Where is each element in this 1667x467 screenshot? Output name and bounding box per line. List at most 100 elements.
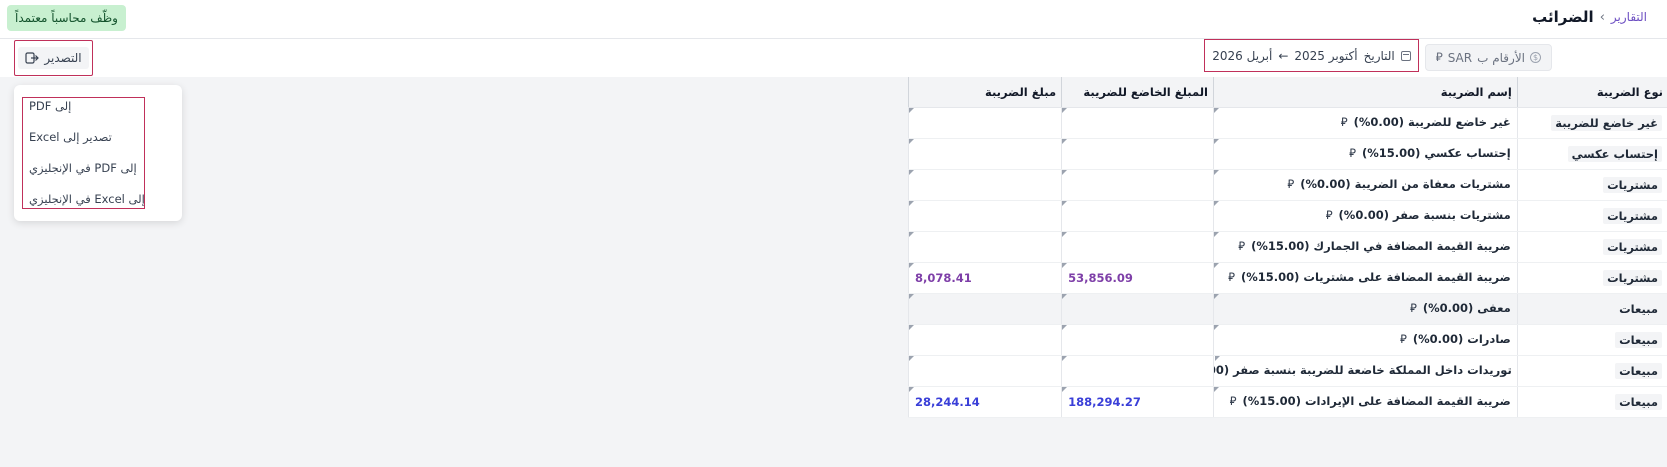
tax-name-label: مشتريات بنسبة صفر (0.00%) [1338,208,1511,222]
cell-tax-name[interactable]: توريدات داخل المملكة خاضعة للضريبة بنسبة… [1212,355,1518,387]
tax-type-label: مشتريات [1603,207,1662,224]
table-row[interactable]: مشتريات ضريبة القيمة المضافة على مشتريات … [907,262,1667,294]
table-row[interactable]: مبيعات معفى (0.00%) ⃁ [907,293,1667,325]
table-row[interactable]: مشتريات ضريبة القيمة المضافة في الجمارك (… [907,231,1667,263]
tax-name-label: توريدات داخل المملكة خاضعة للضريبة بنسبة… [1214,363,1512,377]
cell-tax-name[interactable]: صادرات (0.00%) ⃁ [1212,324,1518,356]
table-body: غير خاضع للضريبة غير خاضع للضريبة (0.00%)… [907,107,1667,418]
column-header-tax-amount[interactable]: مبلغ الضريبة [907,77,1062,108]
tax-type-label: مبيعات [1615,362,1662,379]
cell-taxable-amount[interactable] [1061,169,1214,201]
tax-name-label: ضريبة القيمة المضافة على مشتريات (15.00%… [1240,270,1511,284]
cell-tax-type: مبيعات [1516,355,1667,387]
currency-label: الأرقام ب [1477,50,1525,65]
export-icon [25,52,40,64]
tax-type-label: إحتساب عكسي [1567,145,1662,162]
currency-code: SAR [1447,50,1473,65]
cell-taxable-amount[interactable] [1061,324,1214,356]
table-row[interactable]: مبيعات ضريبة القيمة المضافة على الإيرادات… [907,386,1667,418]
cell-tax-name[interactable]: مشتريات بنسبة صفر (0.00%) ⃁ [1212,200,1518,232]
export-excel-item[interactable]: تصدير إلى Excel [29,127,169,147]
sar-currency-icon: ⃁ [1435,50,1443,64]
date-arrow: ← [1278,48,1289,63]
cell-taxable-amount[interactable]: 188,294.27 [1061,386,1214,418]
cell-taxable-amount[interactable] [1061,293,1214,325]
cell-tax-amount[interactable] [907,107,1062,139]
currency-selector[interactable]: $ الأرقام ب SAR ⃁ [1424,44,1552,71]
cell-taxable-amount[interactable] [1061,355,1214,387]
sar-currency-icon: ⃁ [1400,332,1407,346]
sar-currency-icon: ⃁ [1229,394,1237,408]
export-pdf-english-item[interactable]: إلى PDF في الإنجليزي [29,158,169,178]
export-button[interactable]: التصدير [14,40,93,76]
cell-taxable-amount[interactable] [1061,107,1214,139]
cell-taxable-amount[interactable] [1061,231,1214,263]
export-button-inner: التصدير [18,47,89,69]
cell-tax-amount[interactable] [907,138,1062,170]
column-header-tax-type[interactable]: نوع الضريبة [1516,77,1667,108]
tax-name-label: مشتريات معفاة من الضريبة (0.00%) [1300,177,1511,191]
cell-taxable-amount[interactable] [1061,138,1214,170]
cell-tax-name[interactable]: إحتساب عكسي (15.00%) ⃁ [1212,138,1518,170]
table-row[interactable]: مشتريات مشتريات بنسبة صفر (0.00%) ⃁ [907,200,1667,232]
cell-tax-amount[interactable] [907,169,1062,201]
cell-tax-amount[interactable] [907,200,1062,232]
calendar-icon [1400,50,1411,61]
cell-tax-amount[interactable] [907,293,1062,325]
cell-taxable-amount[interactable] [1061,200,1214,232]
export-pdf-item[interactable]: إلى PDF [29,96,169,116]
cell-tax-name[interactable]: ضريبة القيمة المضافة على الإيرادات (15.0… [1212,386,1518,418]
cell-tax-name[interactable]: غير خاضع للضريبة (0.00%) ⃁ [1212,107,1518,139]
cell-tax-name[interactable]: ضريبة القيمة المضافة في الجمارك (15.00%)… [1212,231,1518,263]
cell-tax-type: مشتريات [1516,169,1667,201]
table-header-row: نوع الضريبة إسم الضريبة المبلغ الخاضع لل… [907,77,1667,108]
table-row[interactable]: مبيعات توريدات داخل المملكة خاضعة للضريبة… [907,355,1667,387]
date-range-picker[interactable]: التاريخ أكتوبر 2025 ← أبريل 2026 [1204,39,1419,72]
cell-tax-amount[interactable]: 8,078.41 [907,262,1062,294]
cell-tax-type: مشتريات [1516,200,1667,232]
cell-tax-amount[interactable] [907,355,1062,387]
cell-tax-amount[interactable]: 28,244.14 [907,386,1062,418]
date-to: أبريل 2026 [1212,48,1273,63]
tax-name-label: إحتساب عكسي (15.00%) [1361,146,1511,160]
cell-tax-name[interactable]: معفى (0.00%) ⃁ [1212,293,1518,325]
table-row[interactable]: مشتريات مشتريات معفاة من الضريبة (0.00%) … [907,169,1667,201]
cell-tax-name[interactable]: ضريبة القيمة المضافة على مشتريات (15.00%… [1212,262,1518,294]
table-row[interactable]: مبيعات صادرات (0.00%) ⃁ [907,324,1667,356]
sar-currency-icon: ⃁ [1340,115,1348,129]
breadcrumb-reports-link[interactable]: التقارير [1611,10,1647,24]
cell-tax-type: مبيعات [1516,324,1667,356]
breadcrumb: التقارير › الضرائب [1532,8,1647,26]
tax-type-label: مشتريات [1603,238,1662,255]
export-excel-english-item[interactable]: إلى Excel في الإنجليزي [29,189,169,209]
table-row[interactable]: غير خاضع للضريبة غير خاضع للضريبة (0.00%)… [907,107,1667,139]
column-header-taxable-amount[interactable]: المبلغ الخاضع للضريبة [1061,77,1214,108]
tax-type-label: مشتريات [1603,269,1662,286]
cell-tax-type: غير خاضع للضريبة [1516,107,1667,139]
cell-tax-type: مبيعات [1516,386,1667,418]
sar-currency-icon: ⃁ [1325,208,1333,222]
column-header-tax-name[interactable]: إسم الضريبة [1212,77,1518,108]
page-title: الضرائب [1532,8,1594,26]
sar-currency-icon: ⃁ [1287,177,1295,191]
cell-tax-type: مشتريات [1516,262,1667,294]
date-from: أكتوبر 2025 [1294,48,1358,63]
cell-tax-type: مشتريات [1516,231,1667,263]
cell-tax-name[interactable]: مشتريات معفاة من الضريبة (0.00%) ⃁ [1212,169,1518,201]
tax-name-label: معفى (0.00%) [1422,301,1511,315]
date-label: التاريخ [1363,48,1395,63]
table-row[interactable]: إحتساب عكسي إحتساب عكسي (15.00%) ⃁ [907,138,1667,170]
hire-accountant-badge[interactable]: وظّف محاسباً معتمداً [7,5,126,31]
sar-currency-icon: ⃁ [1238,239,1246,253]
dollar-icon: $ [1530,52,1541,63]
cell-tax-type: إحتساب عكسي [1516,138,1667,170]
tax-name-label: غير خاضع للضريبة (0.00%) [1353,115,1511,129]
cell-tax-amount[interactable] [907,231,1062,263]
tax-name-label: صادرات (0.00%) [1412,332,1511,346]
tax-type-label: مشتريات [1603,176,1662,193]
cell-tax-amount[interactable] [907,324,1062,356]
export-dropdown-menu: إلى PDF تصدير إلى Excel إلى PDF في الإنج… [14,85,182,221]
cell-taxable-amount[interactable]: 53,856.09 [1061,262,1214,294]
top-bar: وظّف محاسباً معتمداً التقارير › الضرائب [0,0,1667,39]
tax-report-table-wrap: نوع الضريبة إسم الضريبة المبلغ الخاضع لل… [907,77,1667,418]
